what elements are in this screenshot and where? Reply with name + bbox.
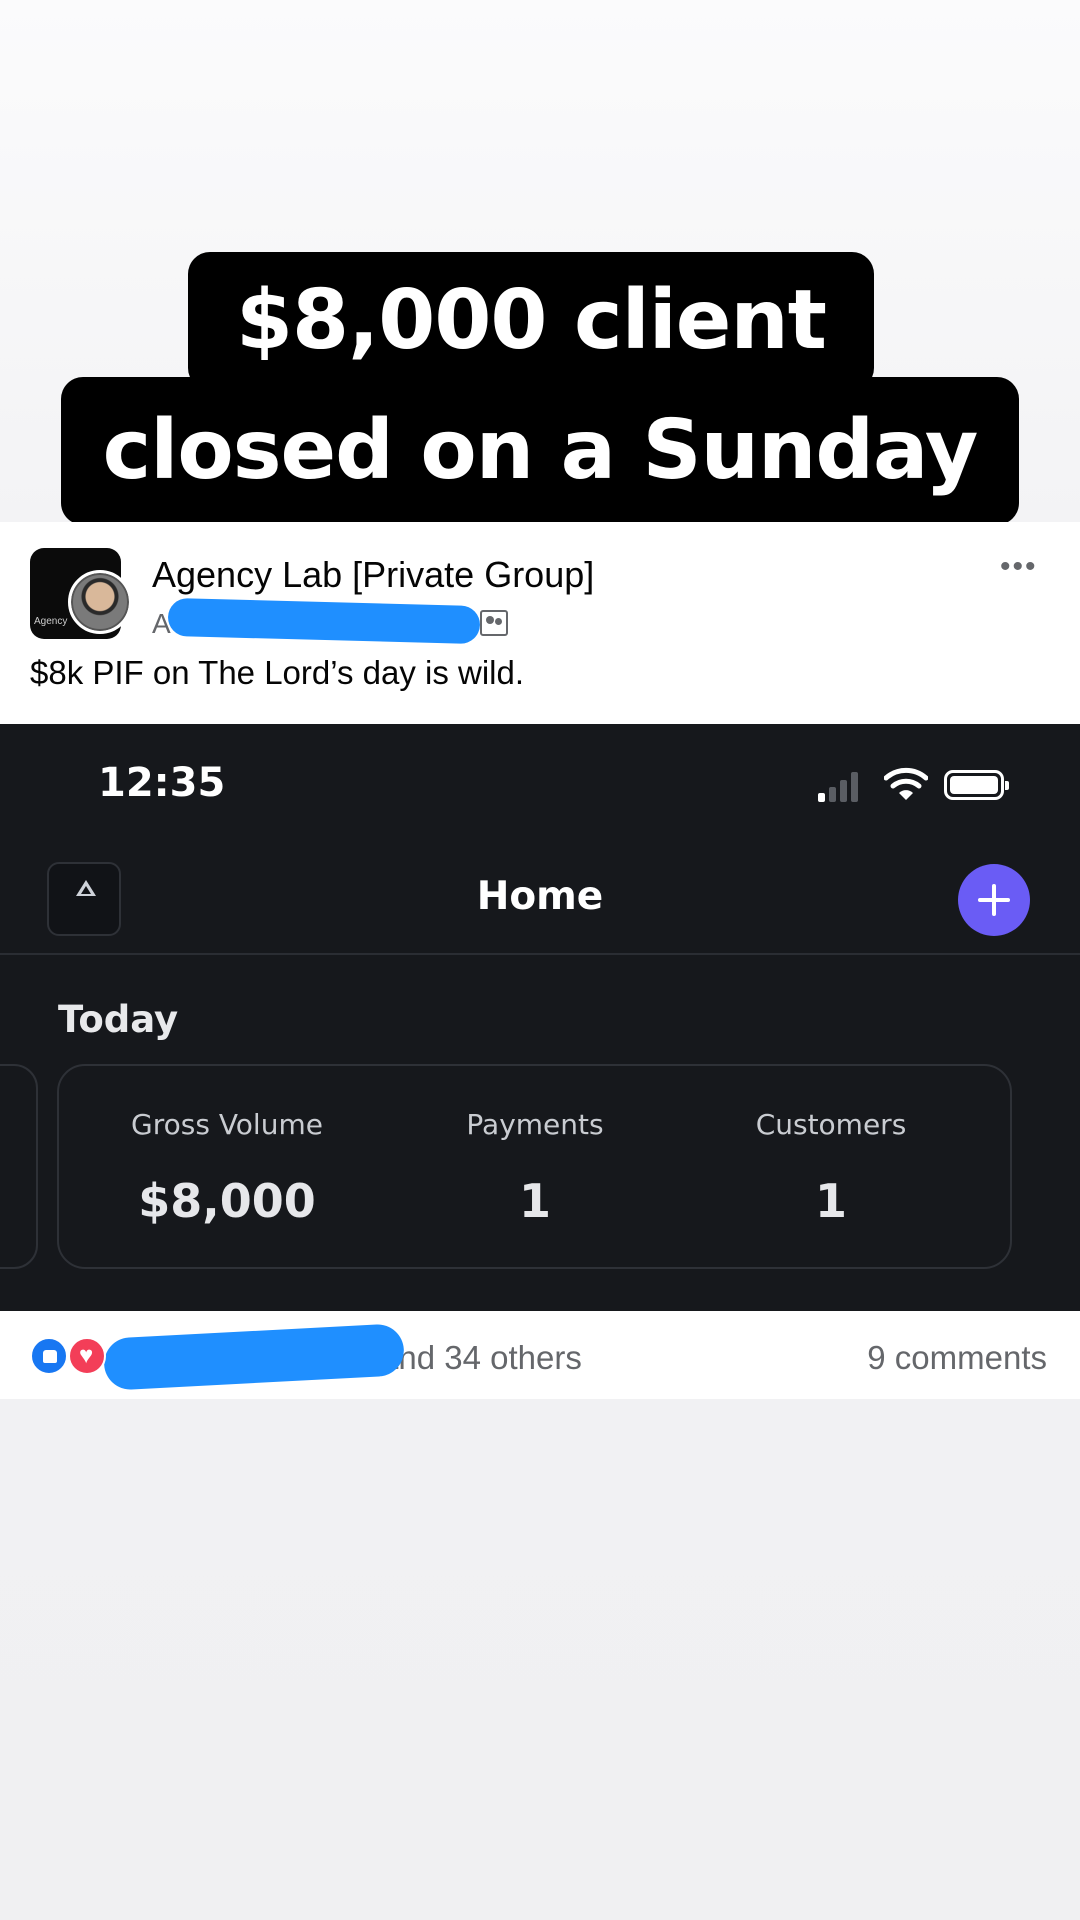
caption-line-1: $8,000 client [188,252,874,390]
reactions-bar: and 34 others 9 comments [0,1311,1080,1399]
caption-line-2: closed on a Sunday [61,377,1019,525]
stat-value: 1 [518,1174,551,1228]
post-header: Agency Agency Lab [Private Group] A ••• … [0,522,1080,724]
redaction-mark [167,597,481,645]
status-time: 12:35 [98,760,226,806]
user-avatar[interactable] [68,570,132,634]
more-options-icon[interactable]: ••• [1000,550,1038,584]
stat-value: $8,000 [138,1174,316,1228]
group-avatar-label: Agency [34,616,68,627]
nav-divider [0,953,1080,955]
comments-count-link[interactable]: 9 comments [867,1339,1047,1377]
previous-card-edge[interactable] [0,1064,38,1269]
stat-label: Gross Volume [131,1108,323,1141]
nav-title: Home [476,874,604,919]
group-name-link[interactable]: Agency Lab [Private Group] [152,554,594,596]
stat-label: Customers [755,1108,907,1141]
stat-value: 1 [814,1174,847,1228]
reaction-count[interactable]: and 34 others [380,1339,582,1377]
stats-card[interactable]: Gross Volume $8,000 Payments 1 Customers… [57,1064,1012,1269]
battery-icon [944,770,1009,800]
cellular-signal-icon [818,770,868,802]
add-button[interactable] [958,864,1030,936]
post-text: $8k PIF on The Lord’s day is wild. [30,654,525,691]
love-reaction-icon[interactable] [68,1337,106,1375]
stat-label: Payments [466,1108,604,1141]
user-avatar-photo [71,573,129,631]
group-privacy-icon [480,610,508,636]
like-reaction-icon[interactable] [30,1337,68,1375]
wifi-icon [884,767,928,800]
redaction-mark [102,1323,406,1391]
embedded-app-screenshot: 12:35 Home Today Gross Volume $8,000 Pay… [0,724,1080,1311]
section-title-today: Today [58,998,179,1041]
